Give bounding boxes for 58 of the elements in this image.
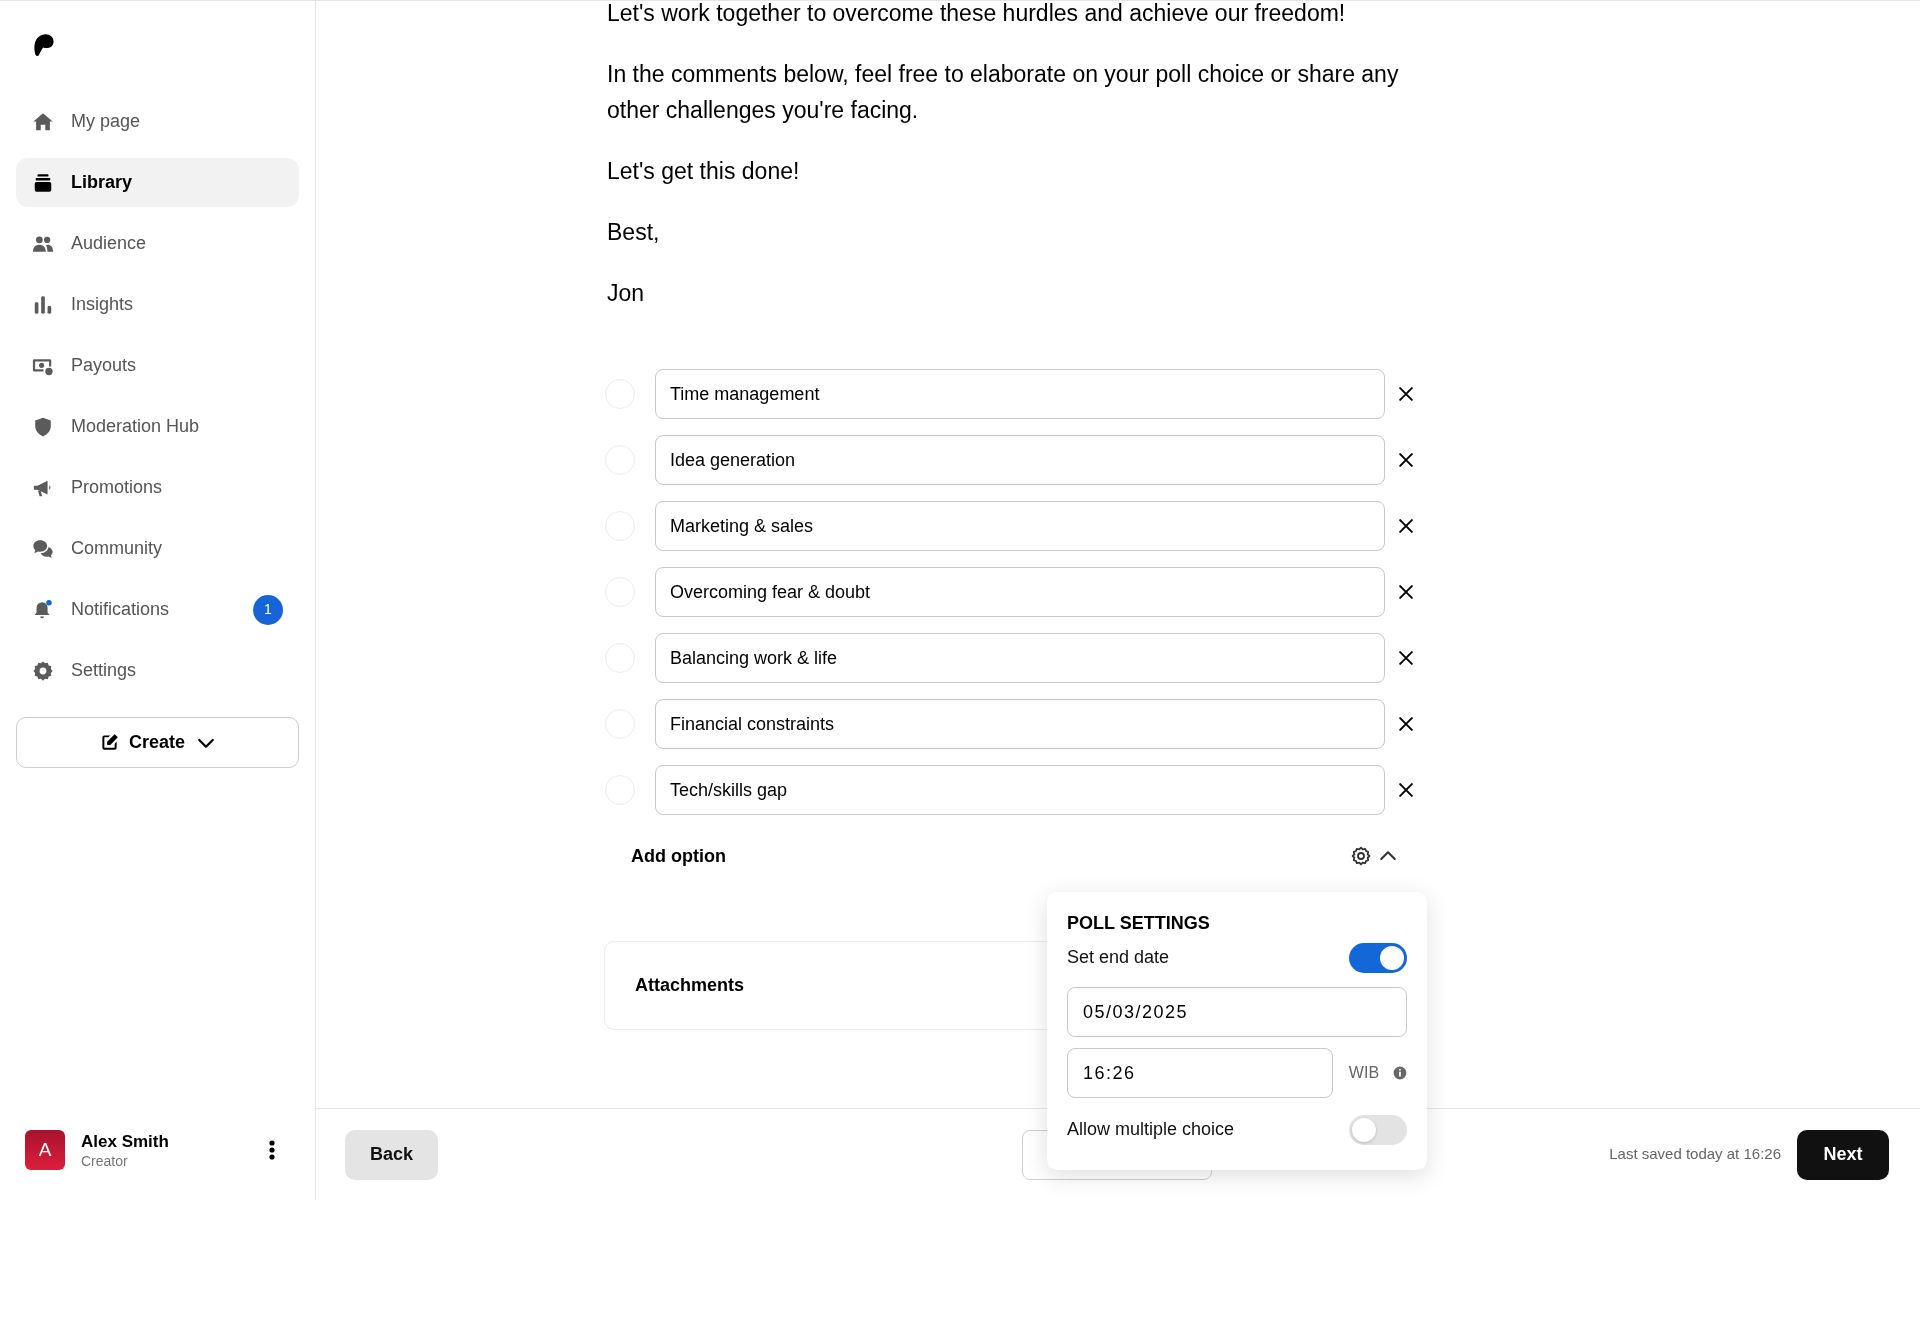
close-icon[interactable]	[1399, 651, 1413, 665]
setting-label: Allow multiple choice	[1067, 1118, 1235, 1141]
bar-chart-icon	[32, 293, 54, 316]
next-button[interactable]: Next	[1797, 1129, 1889, 1180]
close-icon[interactable]	[1399, 783, 1413, 797]
timezone-label: WIB	[1348, 1063, 1380, 1083]
option-input-field[interactable]: Idea generation	[655, 435, 1385, 485]
logo-icon[interactable]	[33, 33, 54, 56]
add-option-button[interactable]: Add option	[631, 842, 726, 870]
edit-icon	[100, 733, 119, 752]
close-icon[interactable]	[1399, 585, 1413, 599]
sidebar-item[interactable]: Audience	[16, 219, 299, 268]
sidebar-item[interactable]: Payouts	[16, 341, 299, 390]
option-input-field[interactable]: Time management	[655, 369, 1385, 419]
more-icon[interactable]	[269, 1140, 275, 1160]
chat-bubbles-icon	[32, 537, 54, 560]
gear-icon	[32, 659, 54, 682]
stack-icon	[32, 171, 54, 194]
create-button[interactable]: Create	[16, 717, 299, 768]
popup-title: POLL SETTINGS	[1067, 912, 1211, 934]
date-input-field[interactable]: 05/03/2025	[1067, 987, 1407, 1037]
close-icon[interactable]	[1399, 519, 1413, 533]
sidebar-item[interactable]: Moderation Hub	[16, 402, 299, 451]
paragraph: Let's get this done!	[607, 157, 801, 186]
sidebar-item[interactable]: Library	[16, 158, 299, 207]
user-name: Alex Smith	[81, 1130, 169, 1152]
option-input-field[interactable]: Financial constraints	[655, 699, 1385, 749]
section-title: Attachments	[635, 974, 745, 997]
option-input-field[interactable]: Marketing & sales	[655, 501, 1385, 551]
option-input-field[interactable]: Balancing work & life	[655, 633, 1385, 683]
sidebar-item[interactable]: Promotions	[16, 463, 299, 512]
count-badge: 1	[253, 594, 283, 625]
bell-icon	[32, 598, 54, 621]
info-icon[interactable]	[1393, 1066, 1407, 1080]
user-role: Creator	[81, 1151, 129, 1170]
save-status: Last saved today at 16:26	[1609, 1144, 1781, 1165]
paragraph: Jon	[607, 279, 646, 308]
sidebar-item[interactable]: My page	[16, 97, 299, 146]
toggle-switch[interactable]	[1349, 942, 1407, 973]
paragraph: Best,	[607, 218, 661, 247]
toggle-switch[interactable]	[1349, 1114, 1407, 1145]
time-input-field[interactable]: 16:26	[1067, 1048, 1333, 1098]
paragraph: Let's work together to overcome these hurdles and achieve our freedom!	[607, 0, 1347, 28]
option-input-field[interactable]: Tech/skills gap	[655, 765, 1385, 815]
sidebar-item[interactable]: Notifications 1	[16, 585, 299, 634]
shield-icon	[32, 415, 54, 438]
option-input-field[interactable]: Overcoming fear & doubt	[655, 567, 1385, 617]
paragraph: In the comments below, feel free to elaborate on your poll choice or share any other challenges you're facing.	[607, 60, 1400, 125]
close-icon[interactable]	[1399, 717, 1413, 731]
gear-icon[interactable]	[1351, 846, 1371, 866]
avatar: A	[25, 1130, 65, 1170]
close-icon[interactable]	[1399, 387, 1413, 401]
sidebar-item[interactable]: Insights	[16, 280, 299, 329]
setting-label: Set end date	[1067, 946, 1170, 969]
sidebar-item[interactable]: Settings	[16, 646, 299, 695]
close-icon[interactable]	[1399, 453, 1413, 467]
back-button[interactable]: Back	[345, 1129, 438, 1180]
sidebar-item[interactable]: Community	[16, 524, 299, 573]
